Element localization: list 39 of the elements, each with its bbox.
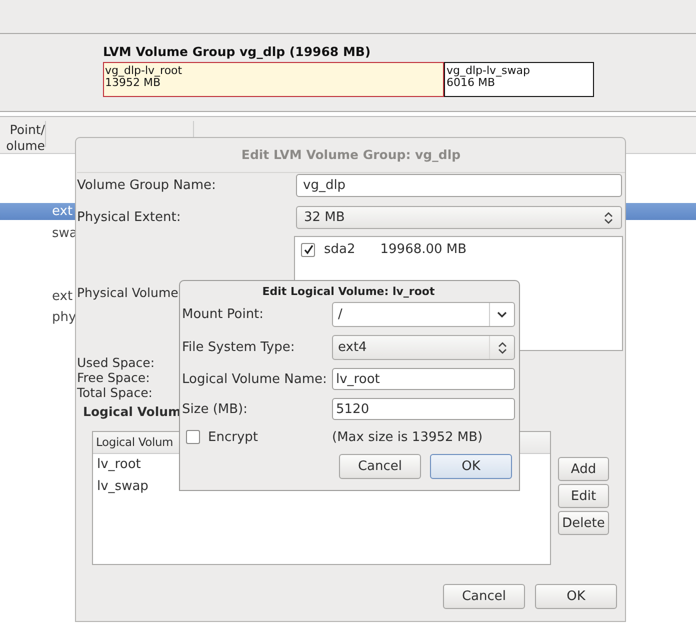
field-label: Total Space: [77,385,152,400]
hint-text: (Max size is 13952 MB) [332,430,483,444]
column-header[interactable]: Point/ olume [6,122,45,154]
checkbox[interactable] [186,430,200,444]
list-item: sda2 [324,242,356,257]
dropdown[interactable]: / [332,302,515,327]
checkbox[interactable] [301,242,315,256]
action-button[interactable]: Edit [558,484,609,508]
field-label: Free Space: [77,370,150,385]
dialog-title: Edit Logical Volume: lv_root [261,284,436,300]
chevron-down-icon [497,311,507,318]
input-field[interactable]: lv_root [332,368,515,390]
field-label: Used Space: [77,355,155,370]
dialog-button[interactable]: OK [430,454,512,479]
field-label: Physical Volume [77,285,178,300]
dialog-button[interactable]: OK [535,584,617,609]
field-label: Physical Extent: [77,210,182,225]
dialog-button[interactable]: Cancel [339,454,421,479]
volume-segment[interactable]: vg_dlp-lv_root 13952 MB [103,62,444,97]
dropdown[interactable]: 32 MB [296,206,622,229]
field-label: Logical Volume Name: [182,372,328,386]
field-label: Size (MB): [182,402,248,416]
list-item: 19968.00 MB [380,242,467,257]
dialog-button[interactable]: Cancel [443,584,525,609]
updown-icon [604,212,613,224]
field-label: Mount Point: [182,307,265,322]
updown-icon [498,342,506,354]
field-label: File System Type: [182,340,296,355]
input-field[interactable]: 5120 [332,398,515,420]
action-button[interactable]: Add [558,457,609,481]
checkbox-label[interactable]: Encrypt [208,430,258,444]
input-field[interactable]: vg_dlp [296,174,622,197]
volume-segment[interactable]: vg_dlp-lv_swap 6016 MB [444,62,594,97]
dropdown[interactable]: ext4 [332,335,515,360]
field-label: Volume Group Name: [77,178,217,193]
dialog-title: Edit LVM Volume Group: vg_dlp [77,138,625,173]
action-button[interactable]: Delete [558,511,609,535]
section-heading: Logical Volum [83,404,182,419]
volume-group-title: LVM Volume Group vg_dlp (19968 MB) [103,44,372,61]
